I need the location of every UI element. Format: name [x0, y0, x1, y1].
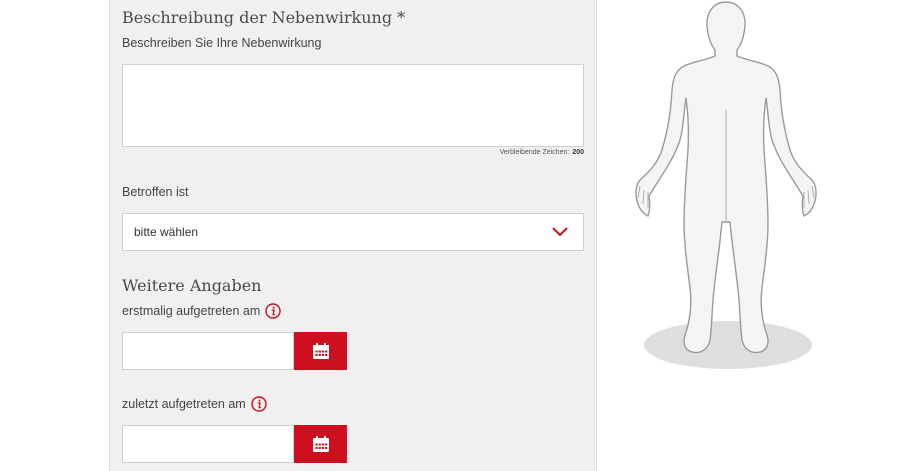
body-map[interactable] [626, 0, 826, 380]
description-heading: Beschreibung der Nebenwirkung * [122, 8, 406, 27]
description-label: Beschreiben Sie Ihre Nebenwirkung [122, 36, 322, 50]
remaining-label: Verbleibende Zeichen: [499, 149, 570, 156]
human-body-figure[interactable] [626, 0, 826, 380]
info-icon[interactable] [265, 303, 281, 319]
first-occurrence-date-input[interactable] [122, 332, 294, 370]
floor-shadow [644, 321, 812, 369]
affected-select[interactable]: bitte wählen [122, 213, 584, 251]
calendar-icon [312, 436, 329, 452]
remaining-count: 200 [572, 149, 584, 156]
affected-select-value: bitte wählen [134, 225, 199, 239]
first-occurrence-calendar-button[interactable] [294, 332, 347, 370]
side-effect-form: Beschreibung der Nebenwirkung * Beschrei… [109, 0, 597, 471]
chevron-down-icon [552, 227, 568, 237]
more-info-heading: Weitere Angaben [122, 276, 262, 295]
page-margin [0, 0, 109, 471]
calendar-icon [312, 343, 329, 359]
last-occurrence-date-input[interactable] [122, 425, 294, 463]
remaining-characters: Verbleibende Zeichen: 200 [500, 149, 584, 156]
last-occurrence-calendar-button[interactable] [294, 425, 347, 463]
first-occurrence-label: erstmalig aufgetreten am [122, 304, 261, 318]
affected-label: Betroffen ist [122, 185, 189, 199]
info-icon[interactable] [251, 396, 267, 412]
last-occurrence-label: zuletzt aufgetreten am [122, 397, 246, 411]
description-textarea[interactable] [122, 64, 584, 147]
